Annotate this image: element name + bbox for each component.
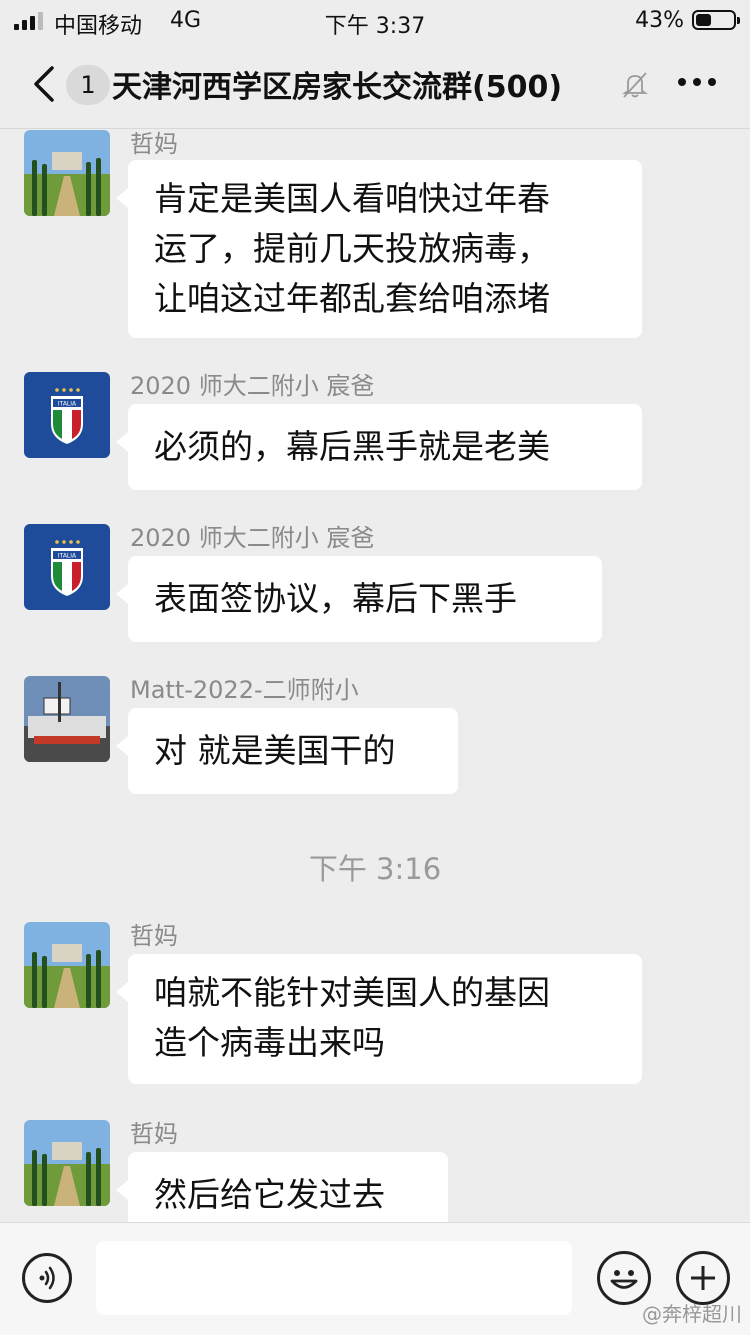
message-text: 然后给它发过去: [154, 1175, 385, 1214]
sender-name: 哲妈: [130, 130, 178, 158]
street-photo-avatar[interactable]: [24, 676, 110, 762]
sender-name: 2020 师大二附小 宸爸: [130, 524, 375, 552]
message-bubble[interactable]: 表面签协议，幕后下黑手: [116, 556, 602, 642]
badge-text: ITALIA: [58, 553, 77, 560]
message-input-bar: @奔梓超川: [0, 1222, 750, 1335]
italia-badge-avatar[interactable]: ITALIA: [24, 524, 110, 610]
message-text: 肯定是美国人看咱快过年春: [154, 179, 550, 218]
chat-title: 天津河西学区房家长交流群(500): [112, 70, 563, 105]
landscape-avatar[interactable]: [24, 1120, 110, 1206]
message-text: 咱就不能针对美国人的基因: [154, 973, 550, 1012]
message-text: 让咱这过年都乱套给咱添堵: [154, 279, 550, 318]
landscape-avatar[interactable]: [24, 922, 110, 1008]
message-text: 造个病毒出来吗: [154, 1023, 385, 1062]
unread-count-badge[interactable]: 1: [66, 65, 110, 105]
sender-name: 2020 师大二附小 宸爸: [130, 372, 375, 400]
more-options-icon[interactable]: [678, 78, 716, 86]
italia-badge-avatar[interactable]: ITALIA: [24, 372, 110, 458]
message-text: 表面签协议，幕后下黑手: [154, 579, 517, 618]
chat-timestamp: 下午 3:16: [308, 852, 442, 886]
battery-icon: [692, 10, 740, 30]
emoji-icon[interactable]: [597, 1251, 651, 1305]
mute-bell-icon: [622, 72, 648, 98]
message-text: 对 就是美国干的: [154, 731, 396, 770]
message-text: 必须的，幕后黑手就是老美: [154, 427, 550, 466]
watermark: @奔梓超川: [642, 1302, 742, 1326]
add-attachment-icon[interactable]: [676, 1251, 730, 1305]
message-input-field[interactable]: [96, 1241, 572, 1315]
chat-header: 1 天津河西学区房家长交流群(500): [0, 40, 750, 129]
status-bar: 中国移动 4G 下午 3:37 43%: [0, 0, 750, 40]
battery-percent: 43%: [635, 8, 684, 33]
message-bubble[interactable]: 必须的，幕后黑手就是老美: [116, 404, 642, 490]
message-bubble[interactable]: 对 就是美国干的: [116, 708, 458, 794]
sender-name: 哲妈: [130, 1120, 178, 1148]
voice-input-icon[interactable]: [22, 1253, 72, 1303]
sender-name: 哲妈: [130, 922, 178, 950]
back-arrow-icon[interactable]: [28, 64, 64, 104]
landscape-avatar[interactable]: [24, 130, 110, 216]
message-text: 运了，提前几天投放病毒，: [154, 229, 550, 268]
badge-text: ITALIA: [58, 401, 77, 408]
message-bubble[interactable]: 肯定是美国人看咱快过年春 运了，提前几天投放病毒， 让咱这过年都乱套给咱添堵: [116, 160, 642, 338]
sender-name: Matt-2022-二师附小: [130, 676, 359, 704]
message-bubble[interactable]: 咱就不能针对美国人的基因 造个病毒出来吗: [116, 954, 642, 1084]
